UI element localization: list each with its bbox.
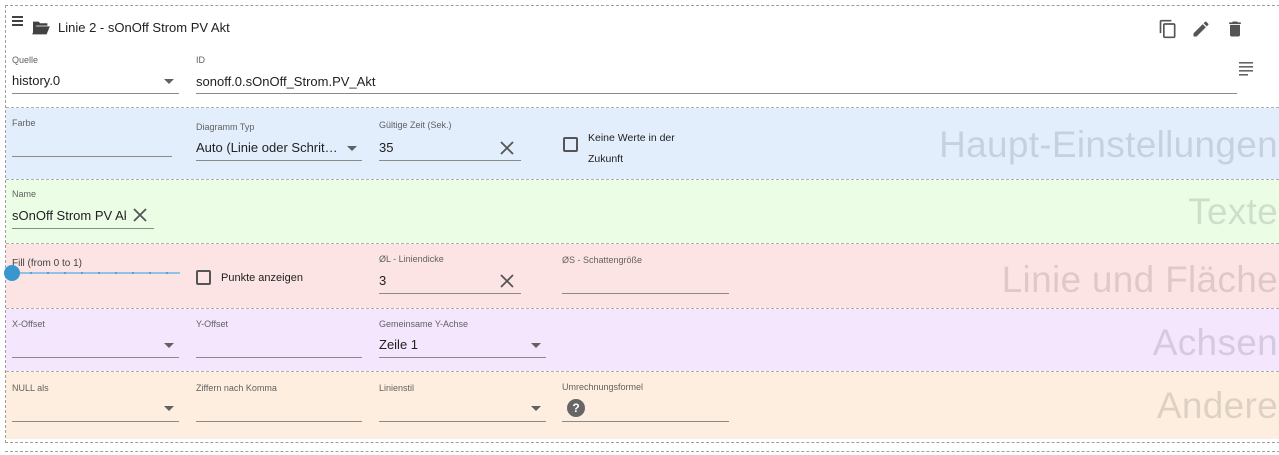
clear-icon[interactable] bbox=[500, 274, 514, 288]
id-label: ID bbox=[196, 55, 205, 65]
decimals-label: Ziffern nach Komma bbox=[196, 383, 277, 393]
common-y-select[interactable]: Zeile 1 bbox=[379, 337, 519, 352]
name-label: Name bbox=[12, 189, 37, 199]
notes-icon[interactable] bbox=[1238, 60, 1256, 76]
x-offset-label: X-Offset bbox=[12, 319, 45, 329]
slider-tick bbox=[149, 272, 151, 274]
points-label: Punkte anzeigen bbox=[221, 272, 303, 284]
no-future-checkbox[interactable] bbox=[563, 137, 578, 152]
chevron-down-icon[interactable] bbox=[347, 146, 357, 151]
slider-tick bbox=[166, 272, 168, 274]
shadow-underline bbox=[562, 293, 729, 294]
no-future-label-line2: Zukunft bbox=[588, 153, 624, 165]
slider-tick bbox=[64, 272, 66, 274]
section-title: Linie und Fläche bbox=[1001, 259, 1278, 300]
line-style-label: Linienstil bbox=[379, 383, 415, 393]
delete-icon[interactable] bbox=[1225, 19, 1245, 39]
section-texts: Texte bbox=[6, 180, 1279, 243]
slider-tick bbox=[81, 272, 83, 274]
farbe-label: Farbe bbox=[12, 118, 36, 128]
conversion-input[interactable] bbox=[562, 421, 729, 422]
menu-icon[interactable] bbox=[12, 16, 23, 26]
diagram-type-underline bbox=[196, 160, 362, 161]
id-underline bbox=[196, 93, 1237, 94]
line-width-label: ØL - Liniendicke bbox=[379, 254, 444, 264]
clear-icon[interactable] bbox=[500, 141, 514, 155]
chevron-down-icon[interactable] bbox=[531, 406, 541, 411]
common-y-underline bbox=[379, 357, 546, 358]
valid-time-input[interactable]: 35 bbox=[379, 140, 479, 155]
next-card-border bbox=[5, 451, 1279, 452]
quelle-select[interactable]: history.0 bbox=[12, 73, 152, 88]
x-offset-select[interactable] bbox=[12, 357, 179, 358]
slider-tick bbox=[98, 272, 100, 274]
shadow-label: ØS - Schattengröße bbox=[562, 255, 643, 265]
section-title: Achsen bbox=[1152, 322, 1278, 363]
id-input[interactable]: sonoff.0.sOnOff_Strom.PV_Akt bbox=[196, 74, 796, 89]
chevron-down-icon[interactable] bbox=[164, 79, 174, 84]
decimals-input[interactable] bbox=[196, 421, 362, 422]
slider-tick bbox=[132, 272, 134, 274]
y-offset-label: Y-Offset bbox=[196, 319, 229, 329]
line-width-input[interactable]: 3 bbox=[379, 273, 479, 288]
points-checkbox[interactable] bbox=[196, 270, 211, 285]
section-title: Texte bbox=[1188, 191, 1278, 232]
line-title: Linie 2 - sOnOff Strom PV Akt bbox=[58, 20, 230, 35]
no-future-label: Keine Werte in der Zukunft bbox=[588, 128, 675, 170]
fill-slider-track[interactable] bbox=[12, 272, 180, 274]
slider-tick bbox=[115, 272, 117, 274]
chevron-down-icon[interactable] bbox=[164, 343, 174, 348]
copy-icon[interactable] bbox=[1158, 19, 1178, 39]
section-title: Andere bbox=[1156, 385, 1278, 426]
clear-icon[interactable] bbox=[133, 208, 147, 222]
farbe-underline bbox=[12, 156, 172, 157]
diagram-type-label: Diagramm Typ bbox=[196, 122, 255, 132]
slider-tick bbox=[47, 272, 49, 274]
null-as-select[interactable] bbox=[12, 421, 179, 422]
valid-time-label: Gültige Zeit (Sek.) bbox=[379, 120, 452, 130]
name-underline bbox=[12, 228, 154, 229]
name-input[interactable]: sOnOff Strom PV Akt bbox=[12, 208, 126, 223]
fill-slider-thumb[interactable] bbox=[4, 265, 20, 281]
conversion-label: Umrechnungsformel bbox=[562, 382, 644, 392]
quelle-label: Quelle bbox=[12, 55, 39, 65]
common-y-label: Gemeinsame Y-Achse bbox=[379, 319, 469, 329]
chevron-down-icon[interactable] bbox=[164, 406, 174, 411]
help-icon[interactable]: ? bbox=[567, 399, 585, 417]
quelle-underline bbox=[12, 93, 179, 94]
line-width-underline bbox=[379, 293, 521, 294]
section-title: Haupt-Einstellungen bbox=[939, 124, 1278, 165]
y-offset-input[interactable] bbox=[196, 357, 362, 358]
chevron-down-icon[interactable] bbox=[531, 343, 541, 348]
folder-open-icon bbox=[32, 21, 50, 35]
line-header: Linie 2 - sOnOff Strom PV Akt bbox=[0, 0, 1279, 46]
slider-tick bbox=[30, 272, 32, 274]
fill-label: Fill (from 0 to 1) bbox=[12, 258, 83, 269]
null-as-label: NULL als bbox=[12, 383, 49, 393]
line-style-select[interactable] bbox=[379, 421, 546, 422]
no-future-label-line1: Keine Werte in der bbox=[588, 132, 675, 144]
valid-time-underline bbox=[379, 160, 521, 161]
edit-icon[interactable] bbox=[1191, 19, 1211, 39]
diagram-type-select[interactable]: Auto (Linie oder Schrit… bbox=[196, 140, 344, 155]
